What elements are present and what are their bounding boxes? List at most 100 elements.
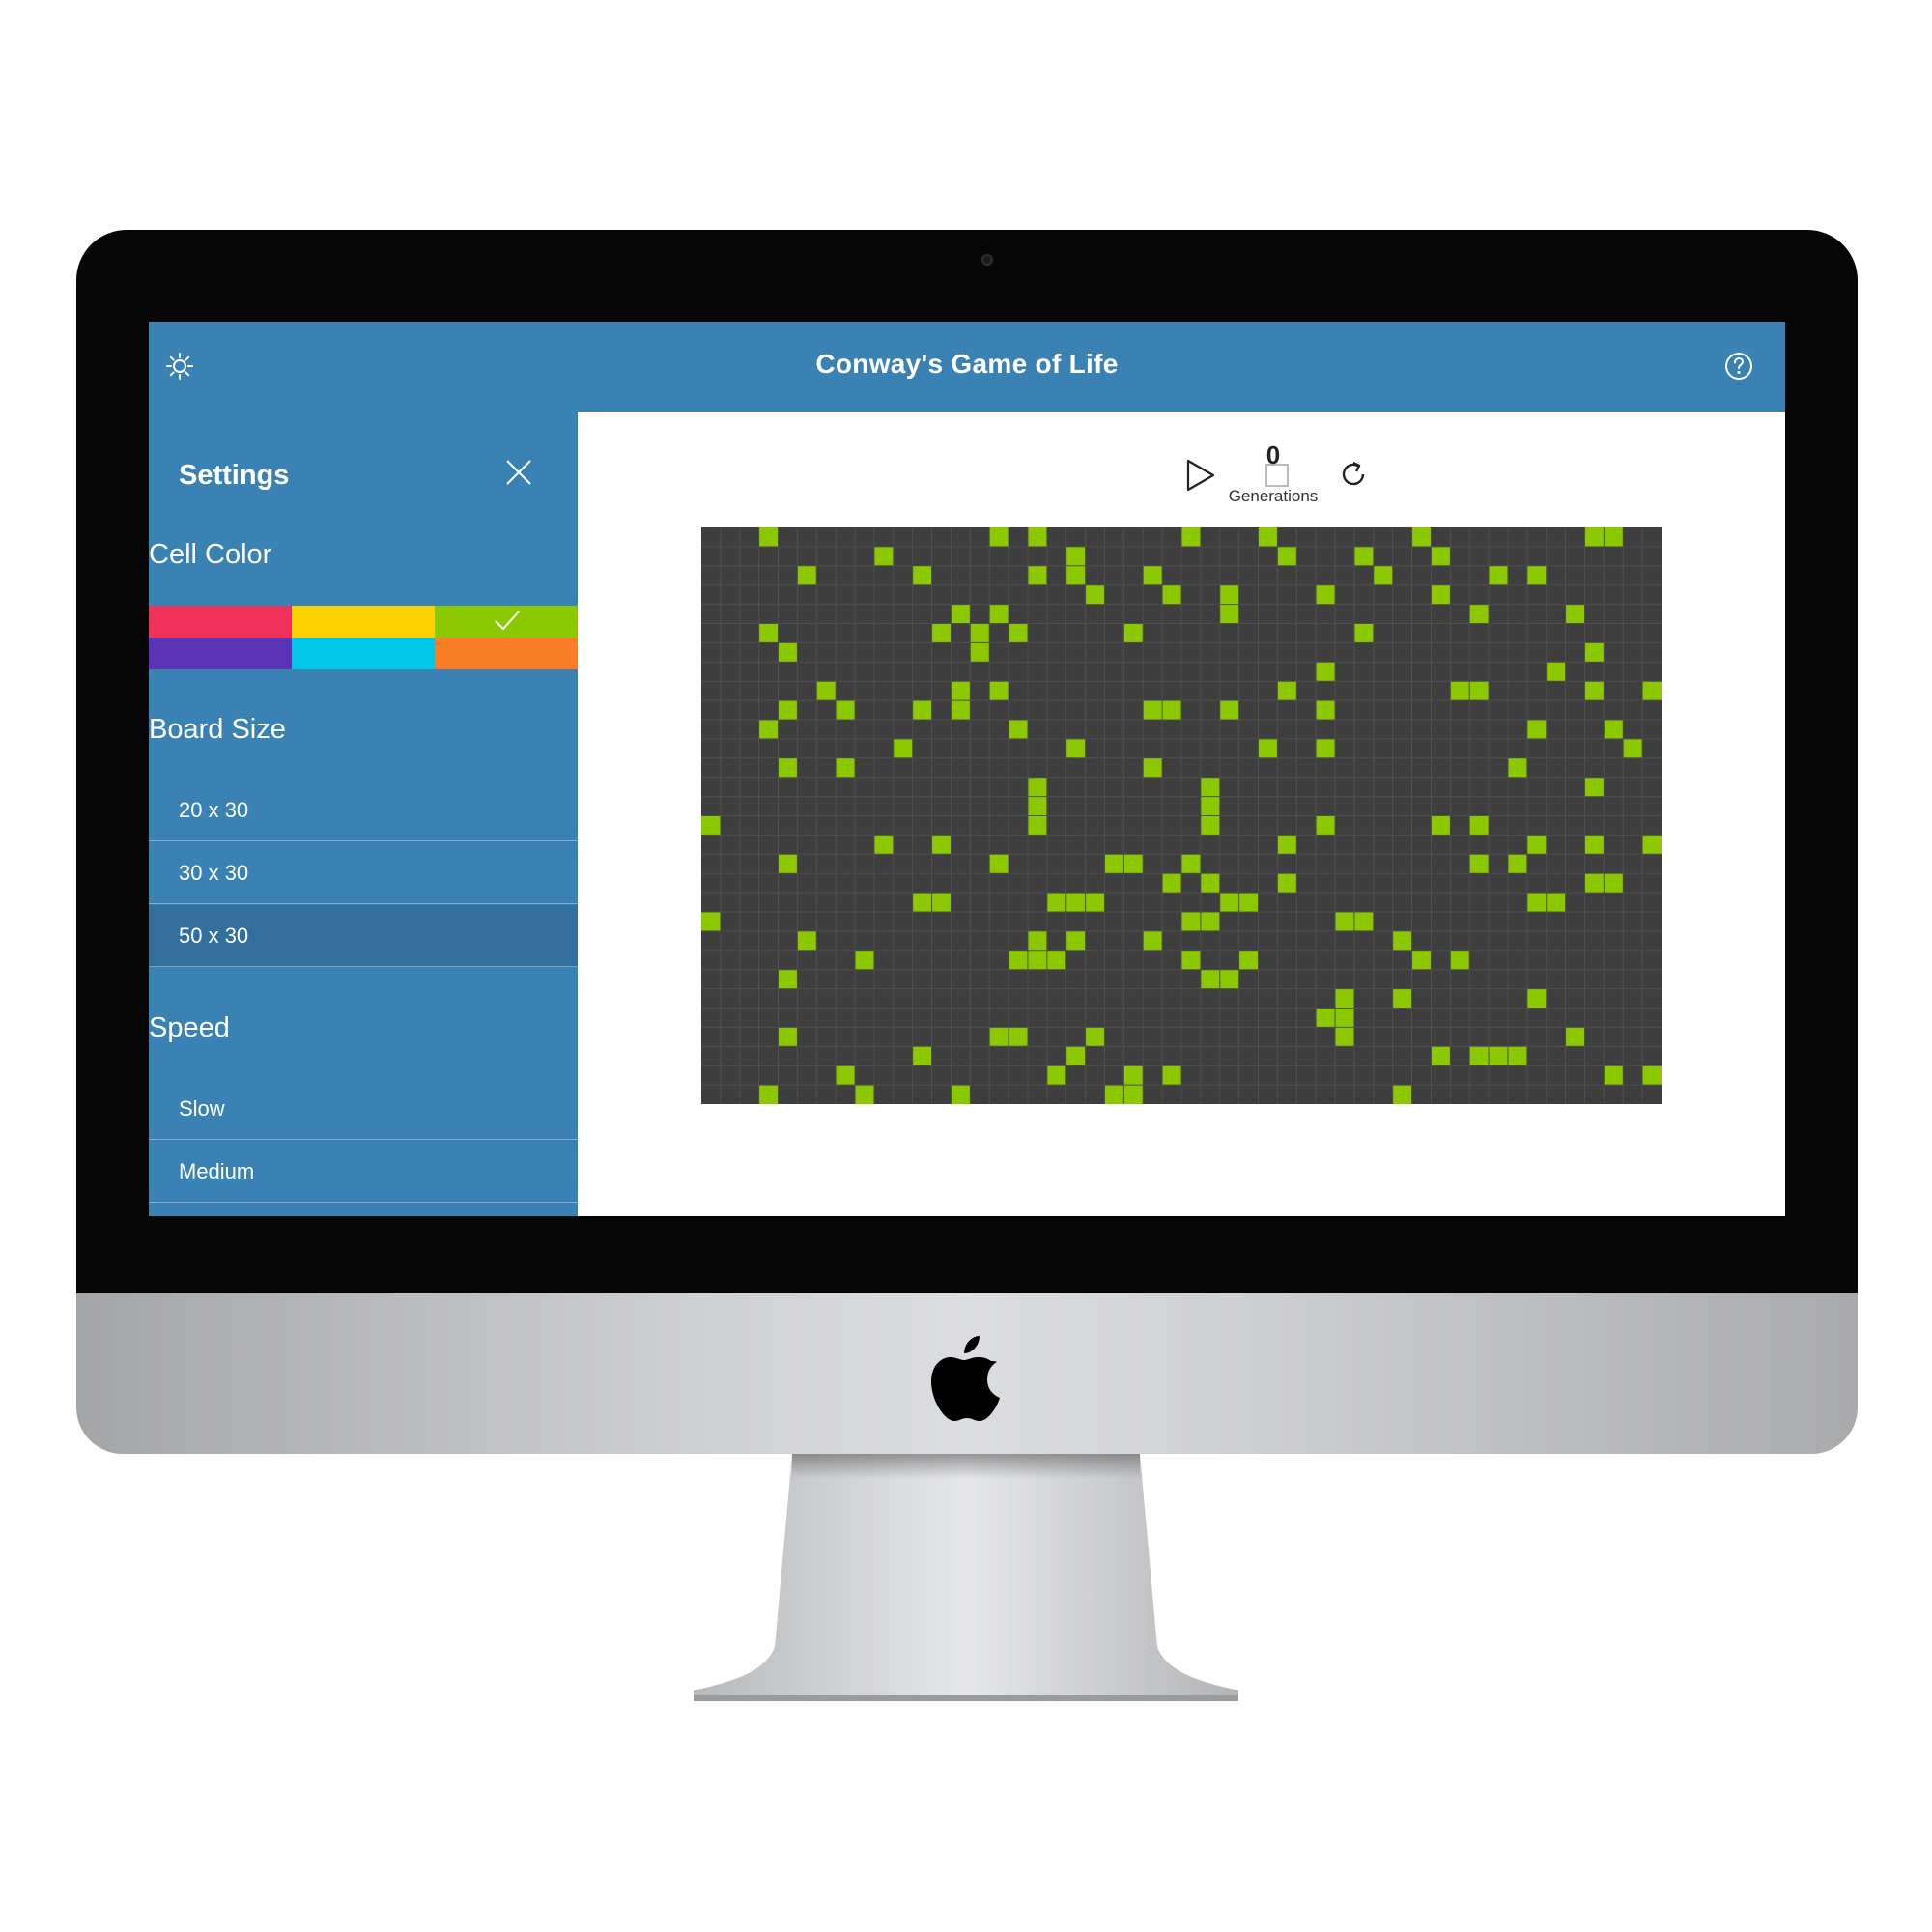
close-icon[interactable]	[502, 456, 535, 489]
live-cell[interactable]	[1162, 700, 1181, 720]
live-cell[interactable]	[1219, 604, 1239, 624]
live-cell[interactable]	[1065, 565, 1086, 585]
live-cell[interactable]	[1353, 912, 1374, 931]
live-cell[interactable]	[1200, 912, 1220, 931]
live-cell[interactable]	[1335, 988, 1354, 1009]
live-cell[interactable]	[1143, 700, 1163, 720]
live-cell[interactable]	[1027, 527, 1047, 547]
live-cell[interactable]	[1009, 950, 1028, 970]
live-cell[interactable]	[778, 1027, 798, 1047]
live-cell[interactable]	[1046, 950, 1066, 970]
live-cell[interactable]	[1123, 623, 1144, 643]
live-cell[interactable]	[1373, 565, 1393, 585]
live-cell[interactable]	[1526, 835, 1547, 855]
live-cell[interactable]	[1392, 988, 1412, 1009]
live-cell[interactable]	[951, 700, 971, 720]
live-cell[interactable]	[1143, 565, 1163, 585]
live-cell[interactable]	[970, 623, 990, 643]
live-cell[interactable]	[912, 1046, 932, 1066]
live-cell[interactable]	[1316, 738, 1336, 758]
live-cell[interactable]	[816, 681, 837, 701]
live-cell[interactable]	[989, 527, 1009, 547]
live-cell[interactable]	[1277, 546, 1297, 566]
live-cell[interactable]	[1046, 1065, 1066, 1086]
live-cell[interactable]	[1316, 584, 1336, 605]
live-cell[interactable]	[1604, 1065, 1624, 1086]
live-cell[interactable]	[1642, 1065, 1662, 1086]
live-cell[interactable]	[1181, 950, 1201, 970]
live-cell[interactable]	[1085, 893, 1105, 912]
live-cell[interactable]	[1277, 873, 1297, 894]
live-cell[interactable]	[951, 604, 971, 624]
color-swatch-orange[interactable]	[435, 638, 578, 669]
live-cell[interactable]	[1316, 815, 1336, 836]
live-cell[interactable]	[1469, 815, 1490, 836]
live-cell[interactable]	[1431, 546, 1451, 566]
live-cell[interactable]	[1526, 893, 1547, 912]
live-cell[interactable]	[970, 642, 990, 663]
live-cell[interactable]	[1258, 738, 1278, 758]
live-cell[interactable]	[1065, 930, 1086, 951]
live-cell[interactable]	[1219, 584, 1239, 605]
live-cell[interactable]	[1277, 681, 1297, 701]
live-cell[interactable]	[1469, 854, 1490, 874]
live-cell[interactable]	[1238, 893, 1259, 912]
live-cell[interactable]	[1526, 988, 1547, 1009]
live-cell[interactable]	[1392, 1085, 1412, 1104]
live-cell[interactable]	[1489, 1046, 1508, 1066]
live-cell[interactable]	[912, 893, 932, 912]
live-cell[interactable]	[1200, 815, 1220, 836]
live-cell[interactable]	[1335, 1027, 1354, 1047]
color-swatch-cyan[interactable]	[292, 638, 435, 669]
color-swatch-green[interactable]	[435, 606, 578, 638]
live-cell[interactable]	[1143, 757, 1163, 778]
live-cell[interactable]	[1584, 681, 1605, 701]
live-cell[interactable]	[1335, 912, 1354, 931]
live-cell[interactable]	[989, 604, 1009, 624]
speed-option-slow[interactable]: Slow	[149, 1078, 578, 1140]
live-cell[interactable]	[758, 720, 779, 739]
live-cell[interactable]	[855, 1085, 874, 1104]
live-cell[interactable]	[1200, 796, 1220, 816]
live-cell[interactable]	[951, 681, 971, 701]
live-cell[interactable]	[912, 565, 932, 585]
live-cell[interactable]	[1469, 604, 1490, 624]
live-cell[interactable]	[1238, 950, 1259, 970]
live-cell[interactable]	[1546, 662, 1566, 682]
live-cell[interactable]	[778, 854, 798, 874]
live-cell[interactable]	[1219, 893, 1239, 912]
live-cell[interactable]	[1104, 854, 1124, 874]
live-cell[interactable]	[1469, 1046, 1490, 1066]
live-cell[interactable]	[1526, 565, 1547, 585]
board-size-option-30x30[interactable]: 30 x 30	[149, 842, 578, 904]
live-cell[interactable]	[1009, 720, 1028, 739]
live-cell[interactable]	[1277, 835, 1297, 855]
live-cell[interactable]	[778, 969, 798, 989]
live-cell[interactable]	[1584, 873, 1605, 894]
live-cell[interactable]	[931, 835, 952, 855]
live-cell[interactable]	[1565, 604, 1585, 624]
live-cell[interactable]	[778, 757, 798, 778]
live-cell[interactable]	[1065, 893, 1086, 912]
live-cell[interactable]	[1027, 815, 1047, 836]
live-cell[interactable]	[1526, 720, 1547, 739]
live-cell[interactable]	[1431, 815, 1451, 836]
live-cell[interactable]	[1584, 642, 1605, 663]
live-cell[interactable]	[1143, 930, 1163, 951]
color-swatch-purple[interactable]	[149, 638, 292, 669]
live-cell[interactable]	[1604, 873, 1624, 894]
live-cell[interactable]	[1450, 950, 1470, 970]
live-cell[interactable]	[1392, 930, 1412, 951]
live-cell[interactable]	[701, 815, 721, 836]
live-cell[interactable]	[1027, 930, 1047, 951]
color-swatch-yellow[interactable]	[292, 606, 435, 638]
live-cell[interactable]	[1181, 527, 1201, 547]
board-size-option-20x30[interactable]: 20 x 30	[149, 780, 578, 841]
live-cell[interactable]	[1584, 527, 1605, 547]
live-cell[interactable]	[1027, 796, 1047, 816]
live-cell[interactable]	[1316, 700, 1336, 720]
live-cell[interactable]	[1200, 873, 1220, 894]
live-cell[interactable]	[1123, 1065, 1144, 1086]
game-board[interactable]	[701, 527, 1662, 1104]
live-cell[interactable]	[1200, 969, 1220, 989]
